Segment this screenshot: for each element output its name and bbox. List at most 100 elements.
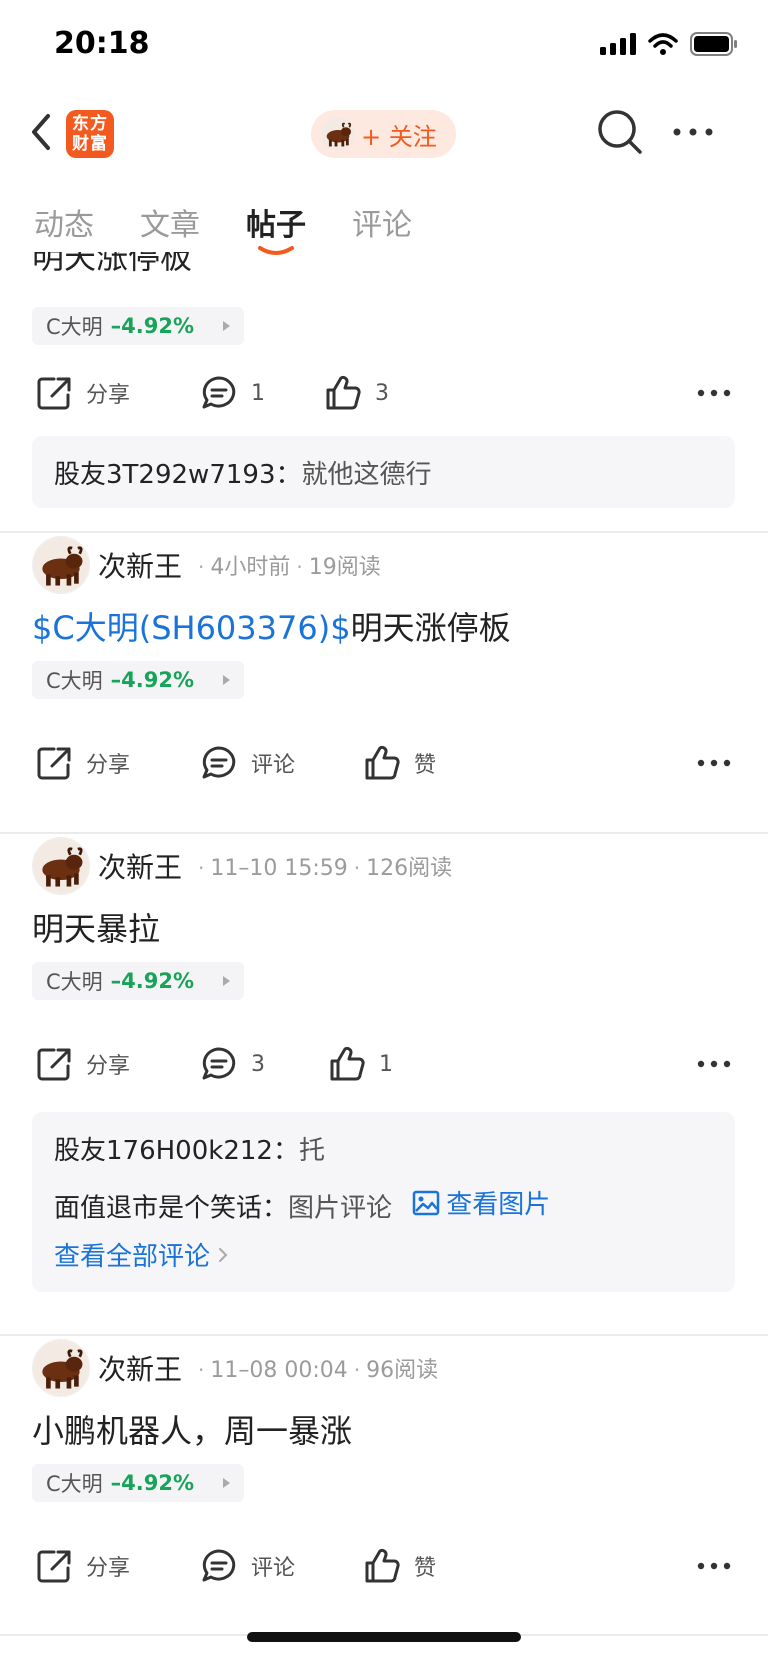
comment-label: 评论 <box>251 1556 296 1581</box>
action-row: 分享 评论 赞 <box>0 738 768 788</box>
post-text: 小鹏机器人，周一暴涨 <box>32 1412 353 1450</box>
logo-line-1: 东方 <box>72 114 108 134</box>
comment-preview-box[interactable]: 股友176H00k212：托 面值退市是个笑话：图片评论 查看图片 查看全部评论 <box>32 1112 735 1292</box>
stock-change-percent: –4.92% <box>110 668 195 692</box>
post-text: 明天暴拉 <box>32 910 161 948</box>
share-icon <box>34 373 74 413</box>
share-button[interactable]: 分享 <box>34 368 130 418</box>
post-meta: · 4小时前 · 19阅读 <box>198 555 381 580</box>
post-time: 4小时前 <box>210 555 291 580</box>
comment-user[interactable]: 股友3T292w7193： <box>54 460 301 490</box>
chevron-right-icon <box>223 675 230 685</box>
thumbs-up-icon <box>323 373 363 413</box>
more-options-icon[interactable] <box>696 1559 732 1573</box>
avatar[interactable] <box>32 837 90 895</box>
tab-posts-label: 帖子 <box>246 208 306 243</box>
tab-comments[interactable]: 评论 <box>352 200 412 246</box>
like-button[interactable]: 1 <box>327 1039 393 1089</box>
back-button[interactable] <box>22 110 62 154</box>
post-meta: · 11–10 15:59 · 126阅读 <box>198 856 453 881</box>
more-options-icon[interactable] <box>696 756 732 770</box>
stock-link[interactable]: $C大明(SH603376)$ <box>32 609 351 647</box>
author-name[interactable]: 次新王 <box>98 545 182 585</box>
image-icon <box>413 1190 440 1215</box>
status-time: 20:18 <box>54 26 150 61</box>
app-logo: 东方 财富 <box>66 110 114 158</box>
search-icon[interactable] <box>596 108 644 156</box>
author-name[interactable]: 次新王 <box>98 846 182 886</box>
comment-icon <box>199 1546 239 1586</box>
stock-tag[interactable]: C大明 –4.92% <box>32 1464 244 1502</box>
comment-button[interactable]: 1 <box>199 368 265 418</box>
stock-tag[interactable]: C大明 –4.92% <box>32 307 244 345</box>
action-row: 分享 3 1 <box>0 1039 768 1089</box>
share-button[interactable]: 分享 <box>34 1039 130 1089</box>
post-feed: 明天涨停板 C大明 –4.92% 分享 1 3 股友3T292w7193：就他这… <box>0 252 768 1652</box>
view-all-comments-link[interactable]: 查看全部评论 <box>54 1236 230 1273</box>
read-count: 96阅读 <box>366 1358 439 1383</box>
stock-name: C大明 <box>46 669 103 693</box>
more-options-icon[interactable] <box>696 386 732 400</box>
like-button[interactable]: 3 <box>323 368 389 418</box>
stock-name: C大明 <box>46 970 103 994</box>
stock-change-percent: –4.92% <box>110 1471 195 1495</box>
status-icons <box>600 32 738 56</box>
chevron-right-icon <box>223 1478 230 1488</box>
post-text: 明天涨停板 <box>32 252 193 276</box>
comment-count: 1 <box>251 380 265 406</box>
tab-posts[interactable]: 帖子 <box>246 200 306 255</box>
more-menu-icon[interactable] <box>672 120 714 144</box>
author-name[interactable]: 次新王 <box>98 1348 182 1388</box>
author-row: 次新王 · 4小时前 · 19阅读 <box>32 535 381 595</box>
action-row: 分享 1 3 <box>0 368 768 418</box>
like-label: 赞 <box>414 753 437 778</box>
avatar[interactable] <box>32 536 90 594</box>
logo-line-2: 财富 <box>72 134 108 154</box>
thumbs-up-icon <box>362 743 402 783</box>
stock-change-percent: –4.92% <box>110 314 195 338</box>
stock-name: C大明 <box>46 1472 103 1496</box>
like-count: 1 <box>379 1051 393 1077</box>
comment-user[interactable]: 面值退市是个笑话： <box>54 1194 288 1224</box>
chevron-right-icon <box>223 321 230 331</box>
comment-label: 评论 <box>251 753 296 778</box>
comment-text: 图片评论 <box>288 1193 393 1224</box>
avatar[interactable] <box>32 1339 90 1397</box>
follow-button[interactable]: + 关注 <box>311 110 456 158</box>
home-indicator[interactable] <box>247 1632 521 1642</box>
like-button[interactable]: 赞 <box>362 1541 436 1591</box>
comment-button[interactable]: 评论 <box>199 1541 295 1591</box>
share-button[interactable]: 分享 <box>34 1541 130 1591</box>
share-label: 分享 <box>86 383 131 408</box>
share-button[interactable]: 分享 <box>34 738 130 788</box>
tab-articles[interactable]: 文章 <box>140 200 200 246</box>
thumbs-up-icon <box>362 1546 402 1586</box>
comment-line: 股友176H00k212：托 <box>54 1130 325 1167</box>
battery-icon <box>690 32 737 56</box>
tab-bar: 动态 文章 帖子 评论 <box>34 200 412 255</box>
comment-button[interactable]: 评论 <box>199 738 295 788</box>
comment-icon <box>199 1044 239 1084</box>
cellular-signal-icon <box>600 33 636 55</box>
more-options-icon[interactable] <box>696 1057 732 1071</box>
share-icon <box>34 1546 74 1586</box>
stock-name: C大明 <box>46 315 103 339</box>
post-body: 明天涨停板 <box>350 609 511 647</box>
comment-button[interactable]: 3 <box>199 1039 265 1089</box>
share-icon <box>34 1044 74 1084</box>
post-meta: · 11–08 00:04 · 96阅读 <box>198 1358 439 1383</box>
comment-text: 托 <box>298 1136 325 1166</box>
post-divider <box>0 531 768 533</box>
view-image-link[interactable]: 查看图片 <box>412 1184 550 1221</box>
like-button[interactable]: 赞 <box>362 738 436 788</box>
author-row: 次新王 · 11–08 00:04 · 96阅读 <box>32 1338 438 1398</box>
view-image-label: 查看图片 <box>446 1190 551 1220</box>
stock-tag[interactable]: C大明 –4.92% <box>32 962 244 1000</box>
post-time: 11–10 15:59 <box>210 856 348 881</box>
comment-preview-box[interactable]: 股友3T292w7193：就他这德行 <box>32 436 735 508</box>
wifi-icon <box>648 33 678 55</box>
tab-dynamics[interactable]: 动态 <box>34 200 94 246</box>
stock-tag[interactable]: C大明 –4.92% <box>32 661 244 699</box>
post-time: 11–08 00:04 <box>210 1358 348 1383</box>
comment-user[interactable]: 股友176H00k212： <box>54 1136 299 1166</box>
